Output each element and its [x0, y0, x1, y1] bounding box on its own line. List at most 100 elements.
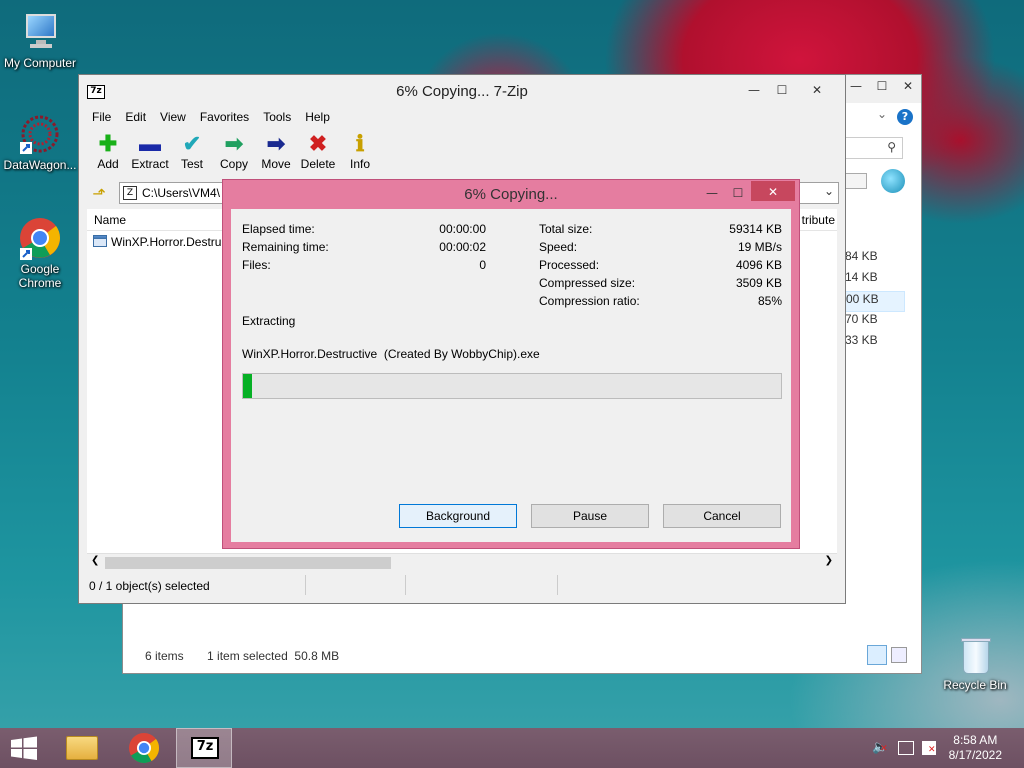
7zip-titlebar: 7z 6% Copying... 7-Zip — ☐ ✕	[79, 75, 845, 107]
toolbar-move-button[interactable]: ➡ Move	[257, 131, 295, 179]
copy-icon: ➡	[224, 131, 244, 156]
address-path: C:\Users\VM4\	[142, 186, 221, 200]
cancel-button[interactable]: Cancel	[663, 504, 781, 528]
scroll-right-icon[interactable]: ❯	[825, 555, 833, 566]
start-button[interactable]	[0, 728, 48, 768]
menu-view[interactable]: View	[153, 108, 193, 128]
background-button[interactable]: Background	[399, 504, 517, 528]
toolbar-button-label: Move	[261, 157, 291, 171]
desktop-icon-chrome[interactable]: Google Chrome	[0, 216, 80, 290]
explorer-search-box[interactable]: ⚲	[845, 137, 903, 159]
scroll-left-icon[interactable]: ❮	[91, 555, 99, 566]
stat-row-speed: Speed: 19 MB/s	[539, 240, 782, 256]
stat-row-files: Files: 0	[242, 258, 486, 274]
7zip-menubar: File Edit View Favorites Tools Help	[85, 108, 337, 128]
taskbar-chrome[interactable]	[116, 728, 172, 768]
desktop-icon-recycle-bin[interactable]: Recycle Bin	[935, 632, 1015, 692]
stat-row-total-size: Total size: 59314 KB	[539, 222, 782, 238]
toolbar-button-label: Copy	[219, 157, 248, 171]
search-icon: ⚲	[887, 140, 896, 154]
stat-label: Files:	[242, 258, 271, 272]
desktop-icon-my-computer[interactable]: My Computer	[0, 10, 80, 70]
toolbar-button-label: Add	[97, 157, 119, 171]
scrollbar-thumb[interactable]	[105, 557, 391, 569]
stat-value: 19 MB/s	[737, 240, 782, 254]
size-cell: 14 KB	[845, 270, 878, 284]
action-center-icon[interactable]: ✕	[922, 741, 936, 755]
taskbar-clock[interactable]: 8:58 AM 8/17/2022	[949, 733, 1002, 763]
desktop-icon-label: My Computer	[3, 56, 77, 70]
7zip-close-button[interactable]: ✕	[795, 79, 839, 101]
menu-help[interactable]: Help	[298, 108, 337, 128]
toolbar-info-button[interactable]: ℹ Info	[341, 131, 379, 179]
taskbar-file-explorer[interactable]	[54, 728, 110, 768]
shell-icon[interactable]	[881, 169, 905, 193]
taskbar-7zip[interactable]: 7z	[176, 728, 232, 768]
folder-icon	[66, 736, 98, 760]
explorer-close-button[interactable]: ✕	[893, 75, 923, 97]
list-view-icon[interactable]	[845, 173, 867, 189]
dialog-body: Elapsed time: 00:00:00 Remaining time: 0…	[231, 209, 791, 542]
stat-row-compression-ratio: Compression ratio: 85%	[539, 294, 782, 310]
recycle-bin-icon	[953, 632, 997, 676]
stat-row-processed: Processed: 4096 KB	[539, 258, 782, 274]
windows-logo-icon	[11, 736, 37, 760]
up-folder-icon[interactable]: ⬏	[89, 184, 109, 204]
datawagon-icon	[18, 112, 62, 156]
7zip-minimize-button[interactable]: —	[739, 79, 769, 101]
details-view-button[interactable]	[867, 645, 887, 665]
stat-label: Total size:	[539, 222, 593, 236]
stat-value: 4096 KB	[735, 258, 782, 272]
menu-edit[interactable]: Edit	[118, 108, 153, 128]
clock-time: 8:58 AM	[953, 733, 998, 747]
chevron-down-icon[interactable]: ⌄	[877, 107, 887, 121]
stat-label: Elapsed time:	[242, 222, 315, 236]
column-header-name[interactable]: Name	[94, 213, 126, 227]
toolbar-delete-button[interactable]: ✖ Delete	[299, 131, 337, 179]
size-cell: 84 KB	[845, 249, 878, 263]
desktop-icon-label: Recycle Bin	[943, 678, 1007, 692]
menu-favorites[interactable]: Favorites	[193, 108, 256, 128]
folder-path-icon: Z	[123, 186, 137, 200]
info-icon: ℹ	[355, 131, 365, 156]
operation-label: Extracting	[242, 314, 296, 328]
clock-date: 8/17/2022	[948, 748, 1002, 762]
column-header-attributes[interactable]: tribute	[802, 213, 835, 227]
large-icons-view-button[interactable]	[891, 647, 907, 663]
item-count: 6 items	[145, 649, 184, 663]
toolbar-test-button[interactable]: ✔ Test	[173, 131, 211, 179]
add-icon: ✚	[98, 131, 118, 156]
dialog-maximize-button[interactable]: ☐	[723, 182, 753, 204]
computer-icon	[18, 10, 62, 54]
desktop-icon-label: DataWagon...	[3, 158, 77, 172]
menu-tools[interactable]: Tools	[256, 108, 298, 128]
toolbar-button-label: Extract	[131, 157, 169, 171]
volume-muted-icon[interactable]: 🔈 ✕	[872, 740, 888, 756]
toolbar-extract-button[interactable]: ▬ Extract	[131, 131, 169, 179]
delete-icon: ✖	[308, 131, 328, 156]
help-icon[interactable]: ?	[897, 109, 913, 125]
stat-row-compressed-size: Compressed size: 3509 KB	[539, 276, 782, 292]
dialog-close-button[interactable]: ✕	[751, 181, 795, 201]
network-icon[interactable]	[898, 741, 914, 755]
selection-info: 1 item selected 50.8 MB	[207, 649, 340, 663]
menu-file[interactable]: File	[85, 108, 118, 128]
7zip-maximize-button[interactable]: ☐	[767, 79, 797, 101]
stat-value: 0	[479, 258, 486, 272]
status-divider	[405, 575, 406, 595]
pause-button[interactable]: Pause	[531, 504, 649, 528]
7zip-window-title: 6% Copying... 7-Zip	[396, 83, 528, 100]
selection-status: 0 / 1 object(s) selected	[89, 579, 210, 593]
chevron-down-icon[interactable]: ⌄	[824, 184, 834, 198]
desktop-icon-datawagon[interactable]: DataWagon...	[0, 112, 80, 172]
7zip-horizontal-scrollbar[interactable]: ❮ ❯	[87, 553, 837, 571]
stat-value: 00:00:00	[439, 222, 486, 236]
stat-value: 85%	[757, 294, 782, 308]
stat-label: Compressed size:	[539, 276, 636, 290]
toolbar-add-button[interactable]: ✚ Add	[89, 131, 127, 179]
size-cell: 00 KB	[845, 291, 905, 312]
explorer-ribbon-area: ⌄ ?	[843, 105, 917, 129]
taskbar: 7z 🔈 ✕ ✕ 8:58 AM 8/17/2022	[0, 728, 1024, 768]
toolbar-copy-button[interactable]: ➡ Copy	[215, 131, 253, 179]
extract-icon: ▬	[139, 131, 161, 156]
